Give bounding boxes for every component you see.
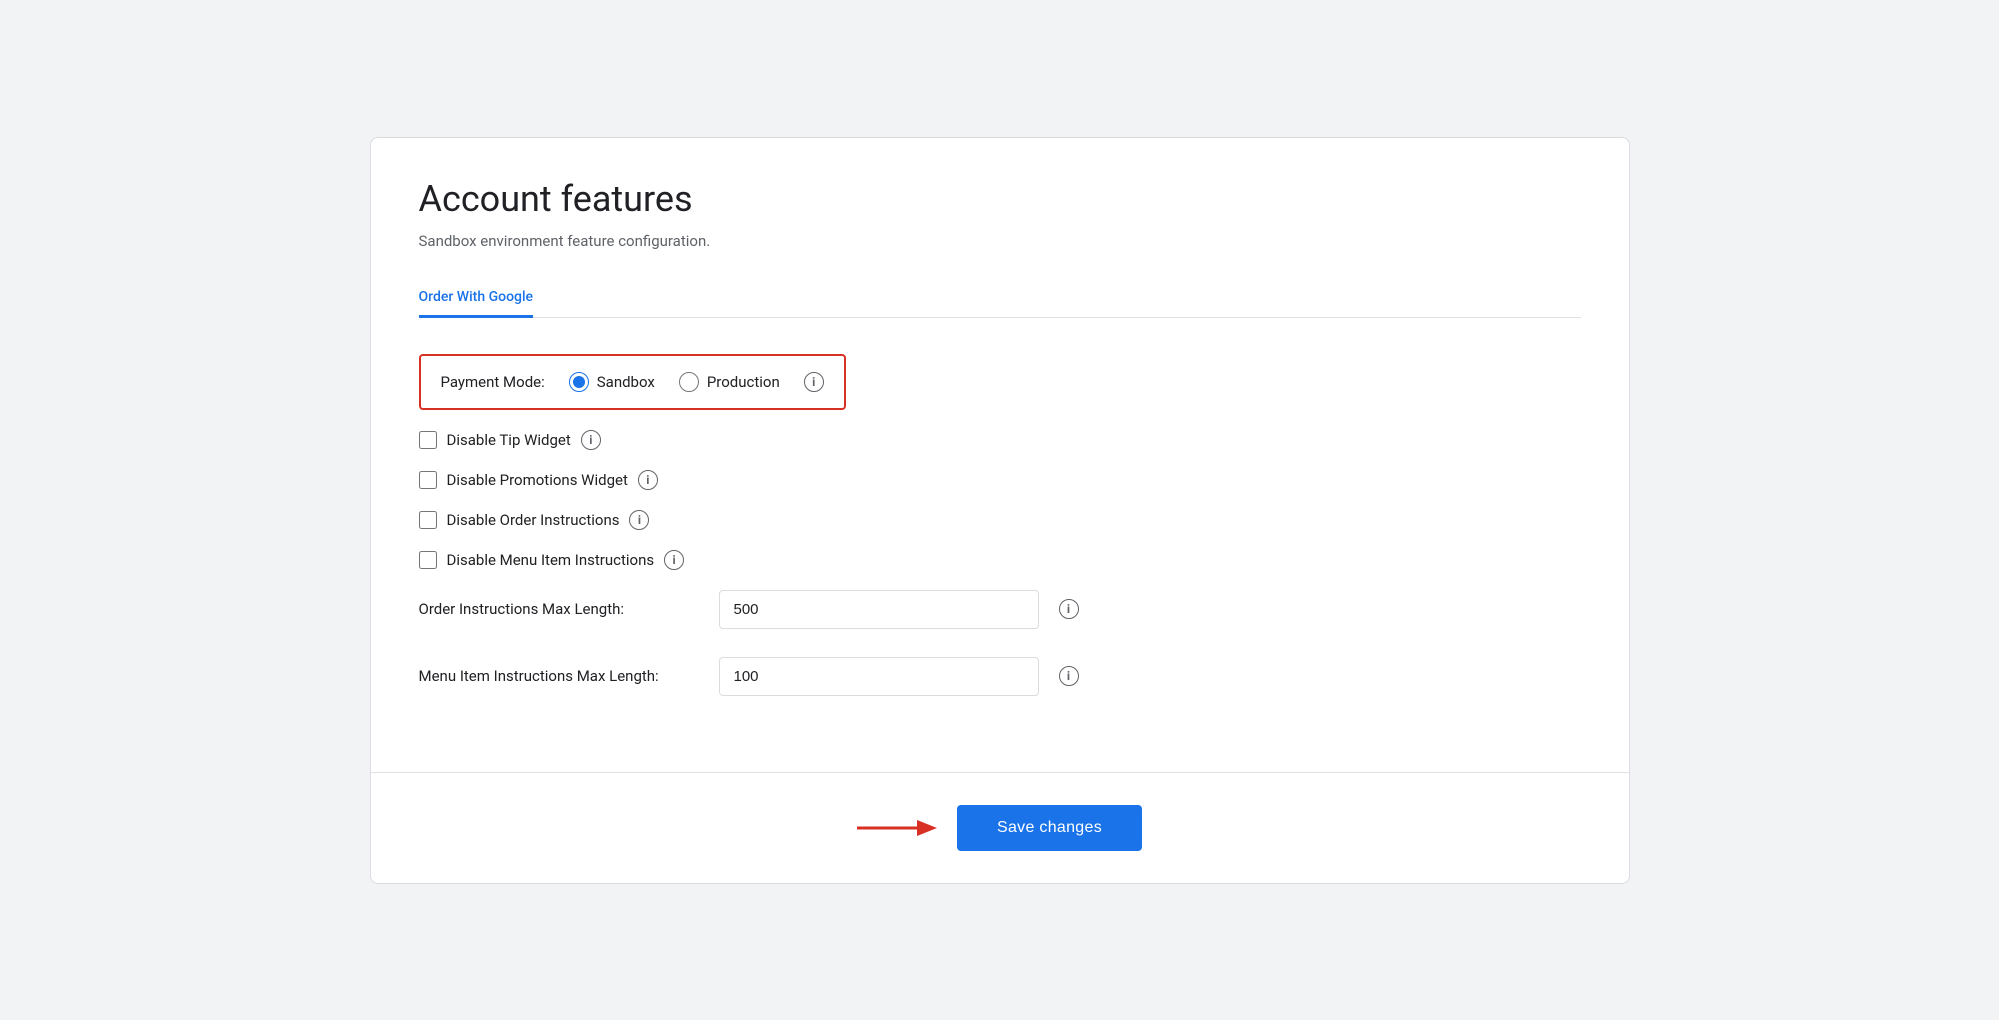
menu-instructions-max-input[interactable]: [719, 657, 1039, 696]
checkbox-disable-order-instructions: Disable Order Instructions i: [419, 510, 1581, 530]
payment-mode-info-icon[interactable]: i: [804, 372, 824, 392]
checkbox-disable-tip: Disable Tip Widget i: [419, 430, 1581, 450]
arrow-right-icon: [857, 813, 937, 843]
disable-order-instructions-info-icon[interactable]: i: [629, 510, 649, 530]
radio-production-label: Production: [707, 373, 780, 391]
checkbox-disable-promotions: Disable Promotions Widget i: [419, 470, 1581, 490]
form-section: Payment Mode: Sandbox Production i Disa: [419, 354, 1581, 724]
payment-mode-radio-group: Sandbox Production i: [569, 372, 824, 392]
menu-instructions-max-label: Menu Item Instructions Max Length:: [419, 667, 699, 685]
tab-order-with-google[interactable]: Order With Google: [419, 279, 534, 318]
disable-menu-instructions-info-icon[interactable]: i: [664, 550, 684, 570]
radio-sandbox[interactable]: Sandbox: [569, 372, 655, 392]
radio-production[interactable]: Production: [679, 372, 780, 392]
card-body: Account features Sandbox environment fea…: [371, 138, 1629, 772]
checkbox-disable-order-instructions-label: Disable Order Instructions: [447, 511, 620, 529]
payment-mode-row: Payment Mode: Sandbox Production i: [419, 354, 846, 410]
checkbox-disable-menu-instructions-label: Disable Menu Item Instructions: [447, 551, 655, 569]
page-subtitle: Sandbox environment feature configuratio…: [419, 232, 1581, 250]
radio-production-input[interactable]: [679, 372, 699, 392]
checkbox-disable-tip-label: Disable Tip Widget: [447, 431, 571, 449]
arrow-indicator: [857, 813, 937, 843]
disable-tip-info-icon[interactable]: i: [581, 430, 601, 450]
checkbox-disable-promotions-label: Disable Promotions Widget: [447, 471, 628, 489]
radio-sandbox-label: Sandbox: [597, 373, 655, 391]
radio-sandbox-input[interactable]: [569, 372, 589, 392]
tab-bar: Order With Google: [419, 278, 1581, 318]
order-instructions-max-label: Order Instructions Max Length:: [419, 600, 699, 618]
checkbox-disable-order-instructions-input[interactable]: [419, 511, 437, 529]
account-features-card: Account features Sandbox environment fea…: [370, 137, 1630, 884]
page-title: Account features: [419, 178, 1581, 220]
checkbox-disable-menu-instructions-input[interactable]: [419, 551, 437, 569]
checkbox-disable-tip-input[interactable]: [419, 431, 437, 449]
order-instructions-max-row: Order Instructions Max Length: i: [419, 590, 1581, 629]
checkbox-disable-promotions-input[interactable]: [419, 471, 437, 489]
save-changes-button[interactable]: Save changes: [957, 805, 1142, 851]
disable-promotions-info-icon[interactable]: i: [638, 470, 658, 490]
payment-mode-label: Payment Mode:: [441, 373, 545, 391]
menu-instructions-max-info-icon[interactable]: i: [1059, 666, 1079, 686]
checkbox-disable-menu-instructions: Disable Menu Item Instructions i: [419, 550, 1581, 570]
order-instructions-max-input[interactable]: [719, 590, 1039, 629]
order-instructions-max-info-icon[interactable]: i: [1059, 599, 1079, 619]
card-footer: Save changes: [371, 772, 1629, 883]
menu-instructions-max-row: Menu Item Instructions Max Length: i: [419, 657, 1581, 696]
